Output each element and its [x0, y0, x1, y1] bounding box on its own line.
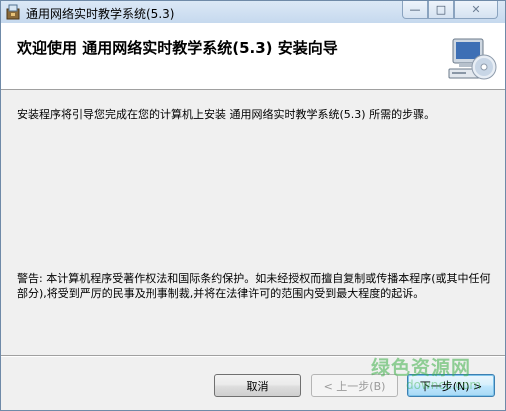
copyright-warning: 警告: 本计算机程序受著作权法和国际条约保护。如未经授权而擅自复制或传播本程序(… — [17, 272, 491, 300]
intro-text: 安装程序将引导您完成在您的计算机上安装 通用网络实时教学系统(5.3) 所需的步… — [17, 108, 436, 121]
watermark-logo: 绿色资源网 — [371, 357, 472, 379]
minimize-icon: — — [409, 3, 421, 16]
close-button[interactable]: ✕ — [454, 1, 498, 19]
title-bar[interactable]: 通用网络实时教学系统(5.3) — □ ✕ — [1, 1, 505, 23]
cancel-button[interactable]: 取消 — [214, 374, 301, 397]
installer-window: 通用网络实时教学系统(5.3) — □ ✕ 欢迎使用 通用网络实时教学系统(5.… — [0, 0, 506, 411]
close-icon: ✕ — [471, 3, 481, 16]
installer-app-icon — [6, 4, 20, 20]
maximize-icon: □ — [435, 3, 447, 16]
wizard-header: 欢迎使用 通用网络实时教学系统(5.3) 安装向导 — [1, 23, 505, 90]
maximize-button[interactable]: □ — [428, 1, 454, 19]
watermark-url: downcc.com — [406, 378, 482, 392]
wizard-title: 欢迎使用 通用网络实时教学系统(5.3) 安装向导 — [17, 39, 338, 57]
minimize-button[interactable]: — — [402, 1, 428, 19]
computer-cd-icon — [448, 38, 497, 80]
window-title: 通用网络实时教学系统(5.3) — [26, 7, 175, 21]
